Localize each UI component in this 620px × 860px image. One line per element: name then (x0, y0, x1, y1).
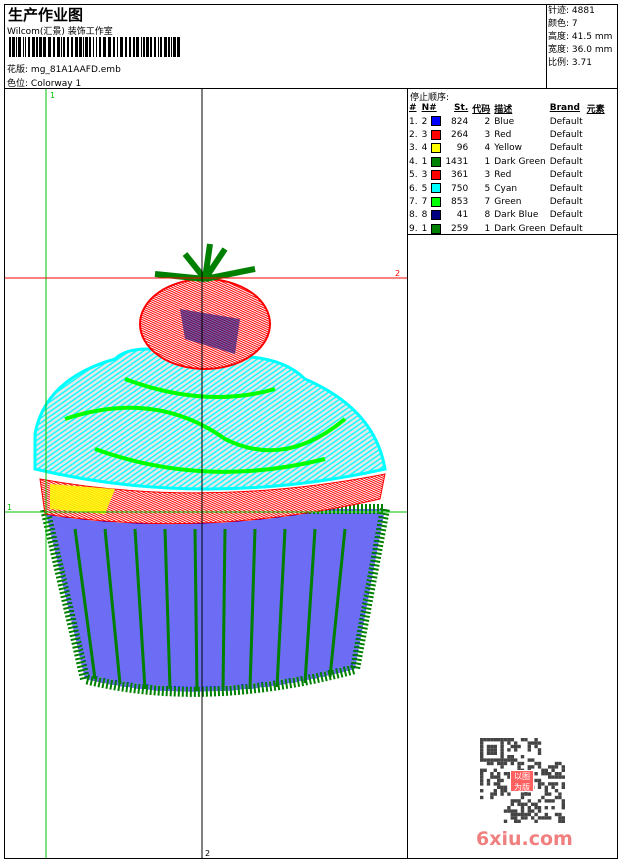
table-row: 9. 1 259 1 Dark Green Default (409, 223, 583, 234)
table-row: 5. 3 361 3 Red Default (409, 170, 583, 181)
column-header: Brand (549, 103, 580, 113)
column-header: 描述 (494, 104, 513, 115)
color-swatch (431, 156, 442, 167)
table-row: 2. 3 264 3 Red Default (409, 129, 583, 141)
table-row: 7. 7 853 7 Green Default (409, 196, 583, 208)
stat-1: 颜色: 7 (548, 19, 578, 29)
color-swatch (431, 196, 442, 207)
leaves (154, 243, 256, 282)
column-header: N# (421, 103, 437, 113)
colorway: 色位: Colorway 1 (7, 79, 82, 89)
rim-yellow (50, 484, 115, 514)
stat-4: 比例: 3.71 (548, 58, 592, 68)
color-swatch (431, 223, 442, 234)
design-name: 花版: mg_81A1AAFD.emb (7, 65, 121, 75)
column-header: 元素 (586, 104, 605, 115)
stamp-logo: 以图 为版 (510, 770, 534, 792)
color-swatch (431, 170, 442, 180)
stats-list: 针迹: 4881 颜色: 7 高度: 41.5 mm 宽度: 36.0 mm 比例: 3… (548, 5, 612, 70)
table-row: 4. 1 1431 1 Dark Green Default (409, 156, 583, 167)
watermark-site: 6xiu.com (476, 828, 573, 850)
table-row: 8. 8 41 8 Dark Blue Default (409, 210, 583, 221)
table-row: 1. 2 824 2 Blue Default (409, 116, 583, 127)
cup-wrapper (38, 504, 392, 697)
table-row: 3. 4 96 4 Yellow Default (409, 143, 583, 154)
barcode (9, 37, 180, 57)
page-title: 生产作业图 (8, 6, 84, 24)
color-swatch (431, 129, 442, 140)
design-preview: 1 1 2 2 (5, 89, 407, 858)
stat-0: 针迹: 4881 (548, 6, 595, 16)
stat-3: 宽度: 36.0 mm (548, 45, 613, 55)
frosting (33, 347, 387, 491)
stat-2: 高度: 41.5 mm (548, 32, 613, 42)
company-name: Wilcom(汇景) 装饰工作室 (7, 27, 113, 37)
column-header: St. (454, 103, 469, 113)
color-table: # N# St. 代码 描述 Brand 元素 1. 2 824 2 Blue Default 2. 3 2… (407, 101, 607, 236)
guide-label-right: 2 (395, 269, 400, 278)
column-header: # (409, 103, 417, 113)
column-header: 代码 (472, 104, 491, 115)
color-swatch (431, 183, 442, 194)
guide-label-top: 1 (50, 91, 55, 100)
color-swatch (431, 210, 442, 221)
guide-label-left: 1 (7, 503, 12, 512)
guide-label-bottom: 2 (205, 849, 210, 858)
color-swatch (431, 143, 442, 154)
table-row: 6. 5 750 5 Cyan Default (409, 183, 583, 194)
color-swatch (431, 116, 442, 127)
